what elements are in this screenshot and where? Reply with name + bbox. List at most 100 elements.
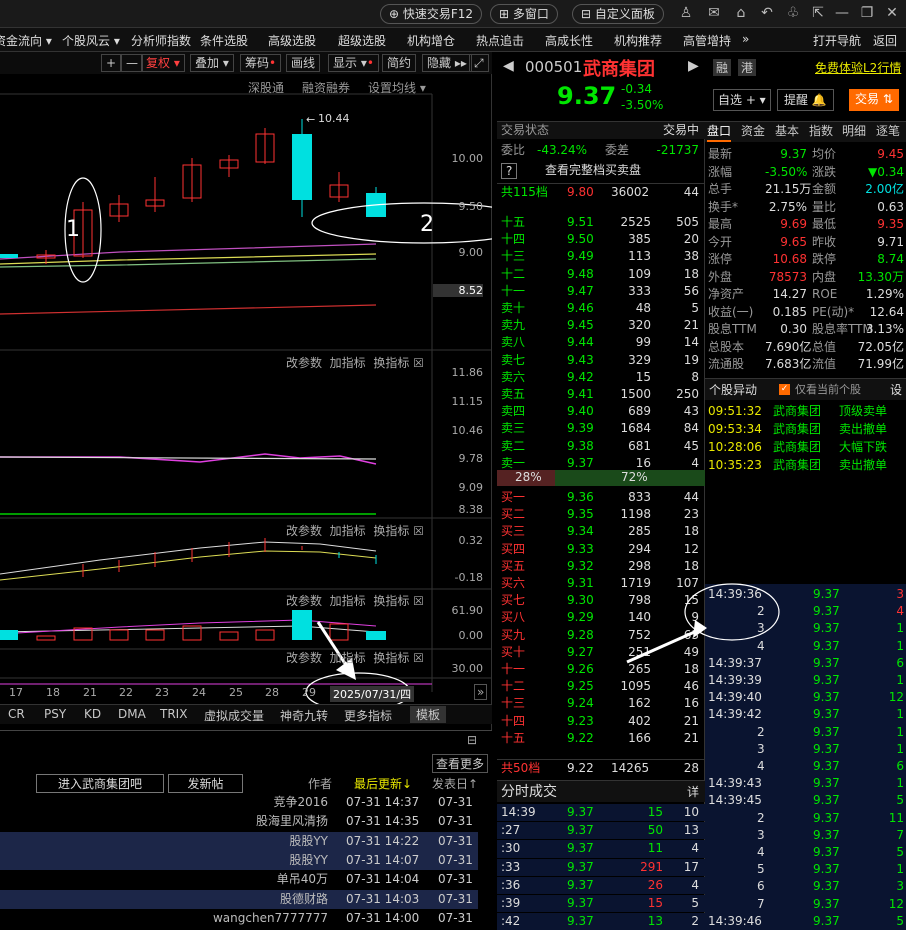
watchlist-button[interactable]: 自选 + ▾: [713, 89, 771, 111]
forum-updated: 07-31 14:35: [346, 814, 420, 829]
indicator-controls: 改参数 加指标 换指标 ☒: [286, 592, 424, 609]
switch-indicator-link[interactable]: 换指标: [373, 356, 409, 370]
trade-button[interactable]: 交易 ⇅: [849, 89, 899, 111]
undo-icon[interactable]: ↶: [758, 5, 776, 21]
menu-item[interactable]: 资金流向 ▾: [0, 32, 52, 49]
level-count: 12: [683, 541, 699, 556]
forum-row[interactable]: 股股YY 07-31 14:07 07-31: [0, 850, 478, 870]
forum-row[interactable]: wangchen7777777 07-31 14:00 07-31: [0, 909, 478, 928]
switch-indicator-link[interactable]: 换指标: [373, 651, 409, 665]
menu-item[interactable]: 机构推荐: [614, 32, 662, 49]
close-icon[interactable]: ☒: [413, 524, 424, 538]
tab-template[interactable]: 模板: [410, 706, 447, 723]
menu-item[interactable]: 条件选股: [200, 32, 248, 49]
movers-settings-button[interactable]: 设: [890, 379, 902, 401]
edit-params-link[interactable]: 改参数: [286, 356, 322, 370]
edit-params-link[interactable]: 改参数: [286, 524, 322, 538]
home-icon[interactable]: ⌂: [732, 5, 750, 21]
edit-params-link[interactable]: 改参数: [286, 651, 322, 665]
tab-cr[interactable]: CR: [8, 707, 25, 721]
scroll-right-icon[interactable]: »: [474, 684, 488, 700]
tab-index[interactable]: 指数: [809, 122, 833, 140]
trade-volume: 13: [647, 914, 663, 929]
tab-kd[interactable]: KD: [84, 707, 101, 721]
stat-value: 21.15万: [765, 182, 812, 196]
tab-virtual-volume[interactable]: 虚拟成交量: [204, 707, 264, 724]
stat-value: 2.75%: [768, 199, 807, 214]
forum-row[interactable]: 竞争2016 07-31 14:37 07-31: [0, 793, 478, 812]
enter-bar-button[interactable]: 进入武商集团吧: [36, 774, 164, 793]
l2-promo-link[interactable]: 免费体验L2行情: [815, 59, 901, 76]
menu-item[interactable]: 热点追击: [476, 32, 524, 49]
tab-detail[interactable]: 明细: [842, 122, 866, 140]
minimize-icon[interactable]: —: [833, 5, 851, 21]
edit-params-link[interactable]: 改参数: [286, 594, 322, 608]
switch-indicator-link[interactable]: 换指标: [373, 524, 409, 538]
close-icon[interactable]: ☒: [413, 651, 424, 665]
kline-svg[interactable]: ←: [0, 52, 492, 730]
new-post-button[interactable]: 发新帖: [168, 774, 243, 793]
fenshi-row: :33 9.37 291 17: [497, 858, 705, 876]
close-icon[interactable]: ☒: [413, 356, 424, 370]
help-icon[interactable]: ?: [501, 163, 518, 179]
fenshi-detail-button[interactable]: 详: [687, 781, 699, 803]
multi-window-button[interactable]: ⊞ 多窗口: [490, 4, 558, 24]
add-indicator-link[interactable]: 加指标: [330, 594, 366, 608]
indicator-axis-label: 30.00: [451, 662, 484, 675]
tab-magic-nine[interactable]: 神奇九转: [280, 707, 328, 724]
level-label: 十一: [501, 283, 526, 298]
menu-item[interactable]: 机构增仓: [407, 32, 455, 49]
user-icon[interactable]: ♙: [677, 5, 695, 21]
tab-trix[interactable]: TRIX: [160, 707, 187, 721]
tab-basic[interactable]: 基本: [775, 122, 799, 140]
close-icon[interactable]: ☒: [413, 594, 424, 608]
menu-item[interactable]: 高级选股: [268, 32, 316, 49]
menu-item[interactable]: 分析师指数: [131, 32, 191, 49]
forum-row[interactable]: 股股YY 07-31 14:22 07-31: [0, 831, 478, 851]
tab-dma[interactable]: DMA: [118, 707, 146, 721]
header-updated[interactable]: 最后更新↓: [354, 775, 412, 792]
shirt-icon[interactable]: ♧: [784, 5, 802, 21]
forum-row[interactable]: 单吊40万 07-31 14:04 07-31: [0, 870, 478, 889]
mail-icon[interactable]: ✉: [705, 5, 723, 21]
only-current-checkbox[interactable]: ✓: [779, 384, 790, 395]
add-indicator-link[interactable]: 加指标: [330, 356, 366, 370]
menu-item[interactable]: 打开导航: [813, 32, 861, 49]
tab-psy[interactable]: PSY: [44, 707, 66, 721]
switch-indicator-link[interactable]: 换指标: [373, 594, 409, 608]
full-book-link[interactable]: 查看完整档买卖盘: [545, 162, 641, 179]
quick-trade-button[interactable]: ⊕ 快速交易F12: [380, 4, 483, 24]
buy-sell-ratio-bar: 28% 72%: [497, 470, 705, 486]
next-stock-icon[interactable]: ▶: [688, 58, 699, 74]
prev-stock-icon[interactable]: ◀: [503, 58, 514, 74]
panel-collapse-icon[interactable]: ⊟: [467, 733, 477, 747]
forum-row[interactable]: 股德财路 07-31 14:03 07-31: [0, 889, 478, 909]
forum-row[interactable]: 股海里风清扬 07-31 14:35 07-31: [0, 812, 478, 831]
menu-item[interactable]: 返回: [873, 32, 897, 49]
menu-more[interactable]: »: [742, 32, 749, 46]
close-icon[interactable]: ✕: [883, 5, 901, 21]
restore-icon[interactable]: ❐: [858, 5, 876, 21]
custom-panel-button[interactable]: ⊟ 自定义面板: [572, 4, 664, 24]
menu-item[interactable]: 高管增持: [683, 32, 731, 49]
alert-button[interactable]: 提醒 🔔: [777, 89, 834, 111]
hk-connect-tag[interactable]: 港: [738, 59, 757, 76]
tab-panko[interactable]: 盘口: [707, 122, 732, 142]
tab-funds[interactable]: 资金: [741, 122, 765, 140]
menu-item[interactable]: 超级选股: [338, 32, 386, 49]
tab-more-indicators[interactable]: 更多指标: [344, 707, 392, 724]
level-volume: 2525: [620, 215, 651, 229]
full-book-row[interactable]: ? 查看完整档买卖盘: [497, 162, 705, 179]
add-indicator-link[interactable]: 加指标: [330, 651, 366, 665]
margin-tag[interactable]: 融: [713, 59, 732, 76]
external-icon[interactable]: ⇱: [809, 5, 827, 21]
header-posted[interactable]: 发表日↑: [432, 775, 478, 792]
add-indicator-link[interactable]: 加指标: [330, 524, 366, 538]
check-more-button[interactable]: 查看更多: [432, 754, 489, 773]
menu-item[interactable]: 个股风云 ▾: [62, 32, 120, 49]
stat-value: 72.05亿: [857, 339, 904, 354]
order-level: 十三 9.24 162 16: [497, 695, 705, 712]
tab-tick[interactable]: 逐笔: [876, 122, 900, 140]
level-price: 9.45: [567, 318, 594, 333]
menu-item[interactable]: 高成长性: [545, 32, 593, 49]
